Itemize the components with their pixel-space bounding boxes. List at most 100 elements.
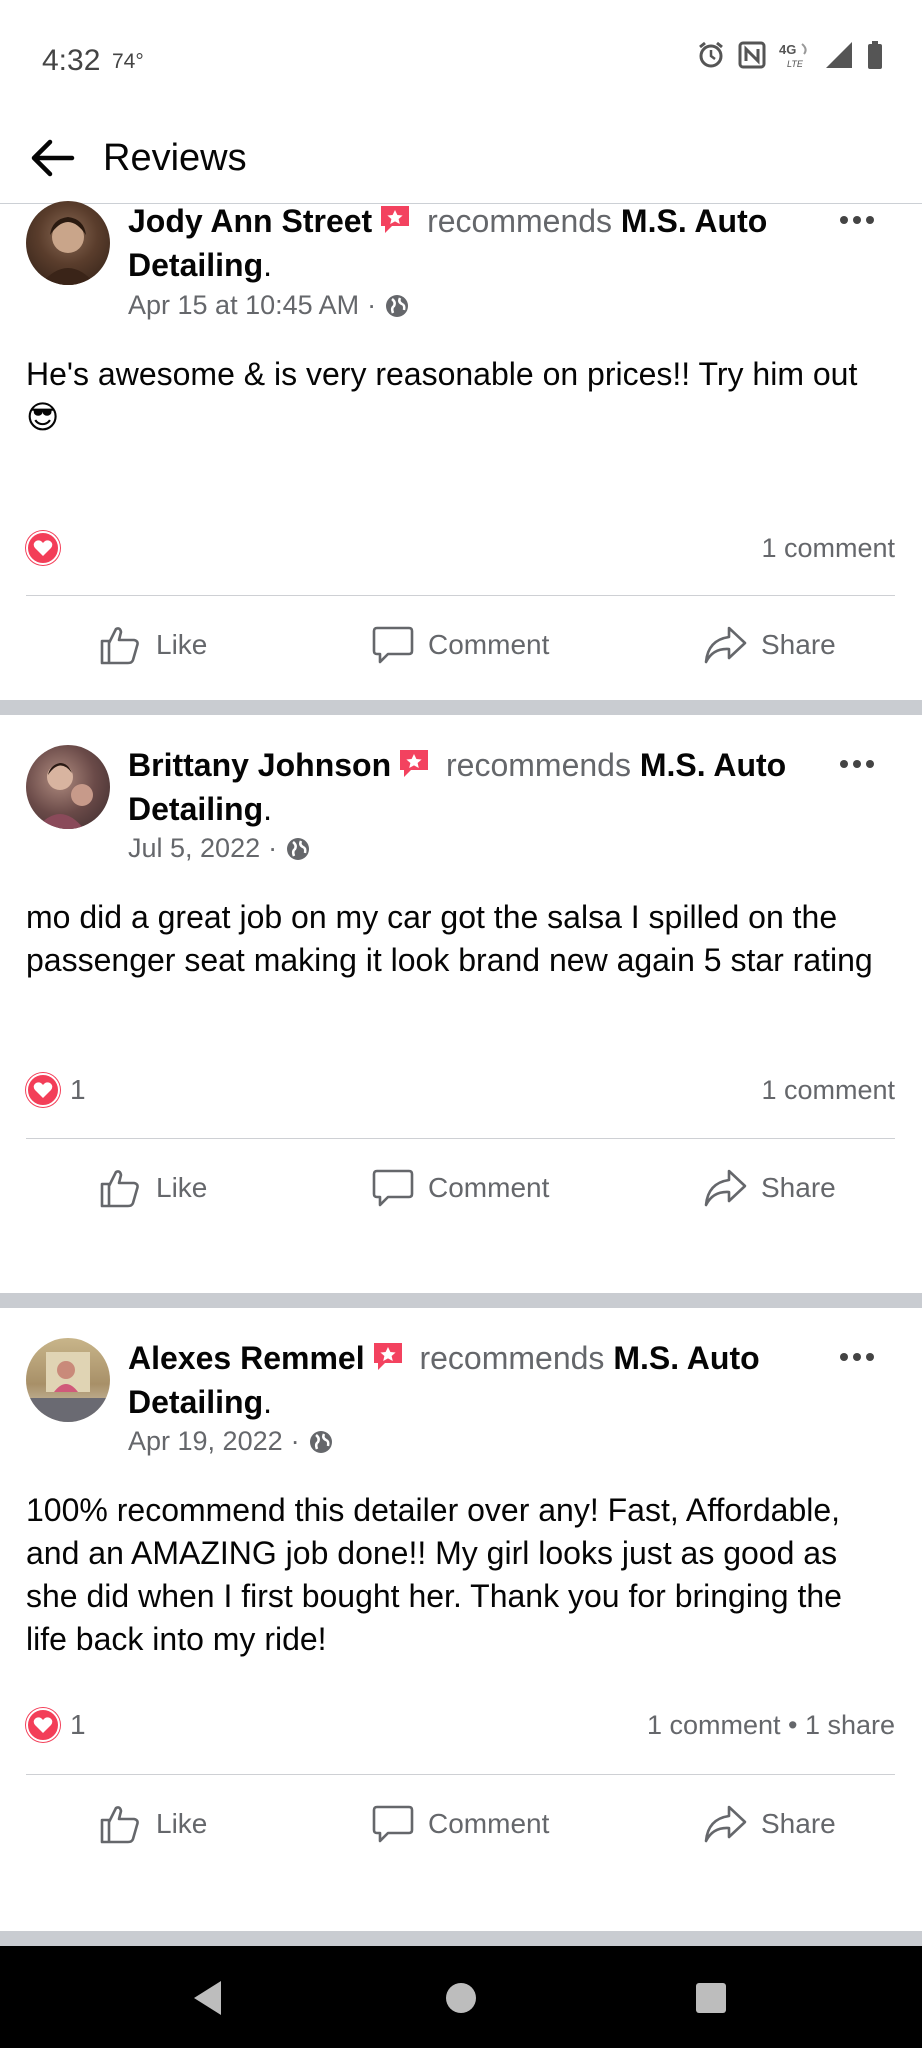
- comment-button[interactable]: Comment: [372, 1158, 549, 1218]
- recommend-badge-icon: [397, 748, 431, 789]
- post-meta: Jul 5, 2022 ·: [128, 833, 311, 864]
- signal-icon: [826, 42, 852, 68]
- review-body: mo did a great job on my car got the sal…: [26, 899, 873, 978]
- recommends-label: recommends: [446, 747, 631, 783]
- avatar[interactable]: [26, 745, 110, 829]
- avatar[interactable]: [26, 201, 110, 285]
- share-button[interactable]: Share: [703, 1794, 836, 1854]
- post-date[interactable]: Jul 5, 2022: [128, 833, 260, 864]
- battery-icon: [868, 41, 882, 69]
- like-label: Like: [156, 629, 208, 660]
- share-arrow-icon: [704, 1169, 747, 1207]
- review-text: mo did a great job on my car got the sal…: [26, 896, 882, 982]
- share-arrow-icon: [704, 1805, 747, 1843]
- thumbs-up-icon: [100, 1806, 139, 1844]
- 4g-lte-icon: 4G LTE: [779, 42, 807, 69]
- globe-icon: [309, 1430, 332, 1453]
- post-separator: [0, 1293, 922, 1308]
- avatar[interactable]: [26, 1338, 110, 1422]
- post-meta: Apr 19, 2022 ·: [128, 1426, 334, 1457]
- action-bar: Like Comment Share: [0, 1158, 922, 1218]
- comment-share-count[interactable]: 1 comment • 1 share: [647, 1710, 895, 1741]
- globe-icon: [287, 837, 310, 860]
- recents-square-icon: [696, 1983, 726, 2013]
- love-reaction-icon: [26, 1073, 60, 1107]
- page-title: Reviews: [103, 137, 247, 179]
- nav-home-button[interactable]: [439, 1976, 483, 2020]
- svg-text:4G: 4G: [779, 42, 796, 57]
- divider: [26, 1138, 895, 1139]
- like-button[interactable]: Like: [98, 1794, 207, 1854]
- status-temperature: 74°: [112, 50, 144, 73]
- post-separator: [0, 700, 922, 715]
- home-circle-icon: [446, 1983, 476, 2013]
- more-options-button[interactable]: [832, 205, 882, 235]
- recommend-badge-icon: [378, 204, 412, 245]
- review-text: He's awesome & is very reasonable on pri…: [26, 353, 882, 439]
- comment-bubble-icon: [372, 1169, 414, 1207]
- comment-button[interactable]: Comment: [372, 1794, 549, 1854]
- like-label: Like: [156, 1808, 208, 1839]
- nav-back-button[interactable]: [186, 1976, 230, 2020]
- comment-button[interactable]: Comment: [372, 615, 549, 675]
- author-name[interactable]: Jody Ann Street: [128, 203, 372, 239]
- like-button[interactable]: Like: [98, 1158, 207, 1218]
- reaction-count: 1: [70, 1709, 86, 1740]
- arrow-left-icon: [31, 139, 75, 177]
- comment-label: Comment: [428, 1808, 550, 1839]
- author-name[interactable]: Brittany Johnson: [128, 747, 391, 783]
- comment-count[interactable]: 1 comment: [761, 1075, 895, 1106]
- post-date[interactable]: Apr 19, 2022: [128, 1426, 283, 1457]
- post-separator: [0, 1931, 922, 1946]
- back-button[interactable]: [22, 128, 82, 188]
- nfc-icon: [738, 41, 766, 69]
- reaction-count: 1: [70, 1074, 86, 1105]
- thumbs-up-icon: [100, 1170, 139, 1208]
- share-label: Share: [761, 629, 836, 660]
- status-time: 4:32: [42, 44, 101, 77]
- review-post: Alexes Remmel recommends M.S. Auto Detai…: [0, 1308, 922, 1931]
- review-body: 100% recommend this detailer over any! F…: [26, 1492, 842, 1657]
- reaction-summary[interactable]: 1: [26, 1073, 86, 1107]
- sunglasses-emoji: 😎: [26, 398, 60, 436]
- share-label: Share: [761, 1172, 836, 1203]
- comment-label: Comment: [428, 629, 550, 660]
- share-button[interactable]: Share: [703, 1158, 836, 1218]
- share-arrow-icon: [704, 626, 747, 664]
- review-post: Brittany Johnson recommends M.S. Auto De…: [0, 715, 922, 1293]
- like-button[interactable]: Like: [98, 615, 207, 675]
- post-header: Brittany Johnson recommends M.S. Auto De…: [128, 747, 787, 827]
- review-text: 100% recommend this detailer over any! F…: [26, 1489, 882, 1661]
- recommend-badge-icon: [371, 1341, 405, 1382]
- share-label: Share: [761, 1808, 836, 1839]
- nav-recents-button[interactable]: [689, 1976, 733, 2020]
- review-post: Jody Ann Street recommends M.S. Auto Det…: [0, 201, 922, 700]
- back-triangle-icon: [194, 1981, 221, 2015]
- post-header: Alexes Remmel recommends M.S. Auto Detai…: [128, 1340, 760, 1420]
- reaction-summary[interactable]: [26, 531, 70, 565]
- post-meta: Apr 15 at 10:45 AM ·: [128, 290, 410, 321]
- comment-bubble-icon: [372, 1805, 414, 1843]
- comment-label: Comment: [428, 1172, 550, 1203]
- svg-text:LTE: LTE: [787, 59, 804, 69]
- divider: [26, 1774, 895, 1775]
- app-bar: Reviews: [0, 120, 922, 204]
- thumbs-up-icon: [100, 627, 139, 665]
- post-date[interactable]: Apr 15 at 10:45 AM: [128, 290, 359, 321]
- divider: [26, 595, 895, 596]
- love-reaction-icon: [26, 1708, 60, 1742]
- reaction-summary[interactable]: 1: [26, 1708, 86, 1742]
- love-reaction-icon: [26, 531, 60, 565]
- more-options-button[interactable]: [832, 749, 882, 779]
- review-body: He's awesome & is very reasonable on pri…: [26, 356, 858, 392]
- more-options-button[interactable]: [832, 1342, 882, 1372]
- comment-count[interactable]: 1 comment: [761, 533, 895, 564]
- like-label: Like: [156, 1172, 208, 1203]
- action-bar: Like Comment Share: [0, 615, 922, 675]
- action-bar: Like Comment Share: [0, 1794, 922, 1854]
- share-button[interactable]: Share: [703, 615, 836, 675]
- recommends-label: recommends: [427, 203, 613, 239]
- system-navigation-bar: [0, 1946, 922, 2048]
- alarm-icon: [699, 41, 723, 68]
- author-name[interactable]: Alexes Remmel: [128, 1340, 365, 1376]
